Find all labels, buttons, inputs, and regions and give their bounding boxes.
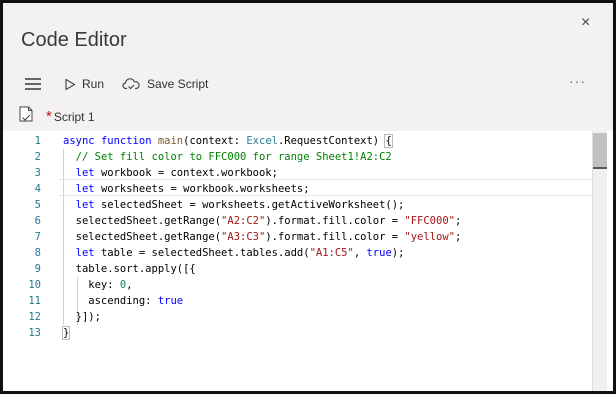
code-line: selectedSheet.getRange("A2:C2").format.f… — [63, 215, 462, 227]
window-title: Code Editor — [21, 29, 127, 51]
tab-label: Script 1 — [53, 110, 95, 124]
more-options-icon[interactable]: ··· — [569, 73, 586, 89]
line-number: 2 — [34, 151, 41, 163]
code-line: }]); — [63, 311, 101, 323]
cloud-save-icon — [122, 78, 140, 90]
line-number: 6 — [34, 215, 41, 227]
code-line: } — [61, 326, 71, 340]
line-number: 4 — [34, 183, 41, 195]
code-line: let selectedSheet = worksheets.getActive… — [75, 199, 405, 211]
close-icon[interactable]: × — [581, 15, 590, 31]
line-number: 3 — [34, 167, 41, 179]
script-file-icon — [19, 106, 33, 122]
save-script-button[interactable]: Save Script — [122, 73, 208, 95]
run-label: Run — [82, 77, 105, 91]
code-area[interactable]: 1 2 3 4 5 6 7 8 9 10 11 12 13 async function main(co… — [3, 131, 613, 391]
line-number: 1 — [34, 135, 41, 147]
code-line: key: 0, — [63, 279, 133, 291]
code-line: ascending: true — [63, 295, 184, 307]
code-line: let workbook = context.workbook; — [75, 167, 278, 179]
code-line: async function main(context: Excel.Reque… — [63, 134, 393, 148]
vertical-scrollbar[interactable] — [592, 131, 607, 391]
code-line: // Set fill color to FFC000 for range Sh… — [75, 151, 392, 163]
line-number: 11 — [28, 295, 41, 307]
line-number: 13 — [28, 327, 41, 339]
editor-header: × Code Editor Run Save Script ··· * Scri… — [3, 3, 613, 131]
line-number: 12 — [28, 311, 41, 323]
run-button[interactable]: Run — [64, 73, 104, 95]
code-line: let table = selectedSheet.tables.add("A1… — [75, 247, 405, 259]
hamburger-icon[interactable] — [25, 78, 41, 90]
tab-row: * Script 1 — [3, 104, 613, 130]
line-number: 5 — [34, 199, 41, 211]
code-line: selectedSheet.getRange("A3:C3").format.f… — [63, 231, 462, 243]
toolbar: Run Save Script ··· — [3, 69, 613, 99]
scrollbar-thumb[interactable] — [593, 133, 607, 167]
tab-script-1[interactable]: * Script 1 — [46, 108, 95, 125]
unsaved-marker: * — [46, 108, 52, 125]
code-line: table.sort.apply([{ — [63, 263, 196, 275]
line-number: 9 — [34, 263, 41, 275]
scrollbar-cursor-marker — [593, 167, 607, 169]
code-editor-window: × Code Editor Run Save Script ··· * Scri… — [0, 0, 616, 394]
line-number: 7 — [34, 231, 41, 243]
line-number: 10 — [28, 279, 41, 291]
play-icon — [65, 78, 76, 90]
line-number: 8 — [34, 247, 41, 259]
save-script-label: Save Script — [147, 77, 209, 91]
code-line: let worksheets = workbook.worksheets; — [75, 183, 310, 195]
